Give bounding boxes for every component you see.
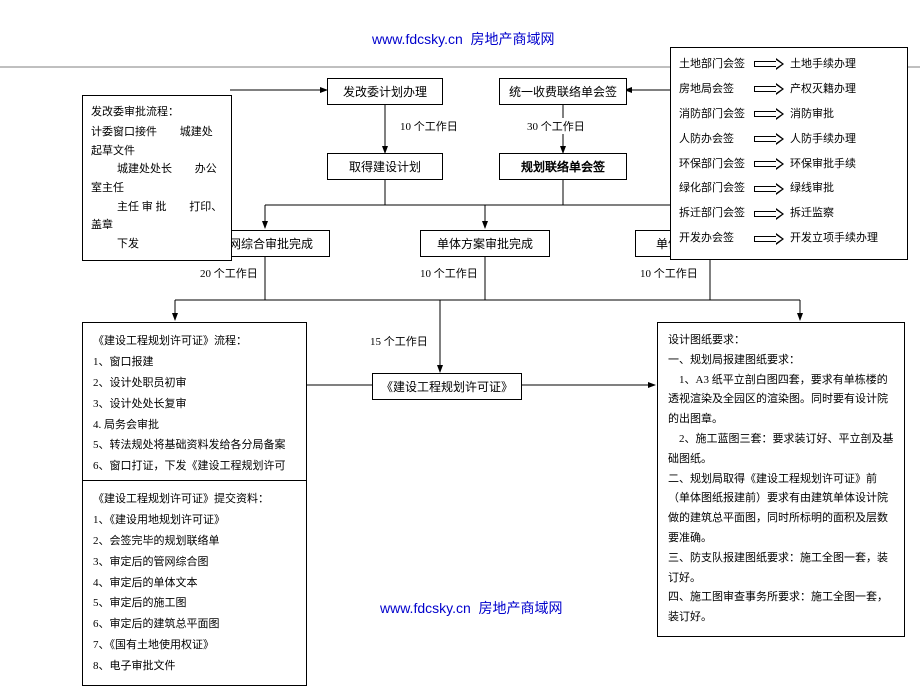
node-fgw-plan: 发改委计划办理 — [327, 78, 443, 105]
sign-row: 环保部门会签环保审批手续 — [679, 154, 899, 175]
edge-label-10d-1: 10 个工作日 — [398, 118, 460, 134]
panel-permit-docs: 《建设工程规划许可证》提交资料： 1、《建设用地规划许可证》 2、会签完毕的规划… — [82, 480, 307, 686]
hollow-arrow-icon — [754, 134, 784, 144]
panel-sign-departments: 土地部门会签土地手续办理房地局会签产权灭籍办理消防部门会签消防审批人防办会签人防… — [670, 47, 908, 260]
panel-fgw-title: 发改委审批流程： — [91, 102, 223, 123]
edge-label-10d-2: 10 个工作日 — [418, 265, 480, 281]
panel-fgw-flow: 发改委审批流程： 计委窗口接件 城建处起草文件 城建处处长 办公室主任 主任 审… — [82, 95, 232, 261]
edge-label-30d: 30 个工作日 — [525, 118, 587, 134]
sign-row: 拆迁部门会签拆迁监察 — [679, 203, 899, 224]
node-get-plan: 取得建设计划 — [327, 153, 443, 180]
docs-title: 《建设工程规划许可证》提交资料： — [93, 489, 296, 510]
node-single-plan: 单体方案审批完成 — [420, 230, 550, 257]
hollow-arrow-icon — [754, 84, 784, 94]
sign-row: 开发办会签开发立项手续办理 — [679, 228, 899, 249]
node-unified-fee: 统一收费联络单会签 — [499, 78, 627, 105]
footer-url: www.fdcsky.cn 房地产商域网 — [380, 598, 563, 618]
node-plan-sign: 规划联络单会签 — [499, 153, 627, 180]
panel-design-req: 设计图纸要求： 一、规划局报建图纸要求： 1、A3 纸平立剖白图四套，要求有单栋… — [657, 322, 905, 637]
hollow-arrow-icon — [754, 184, 784, 194]
edge-label-20d: 20 个工作日 — [198, 265, 260, 281]
sign-row: 绿化部门会签绿线审批 — [679, 178, 899, 199]
hollow-arrow-icon — [754, 159, 784, 169]
edge-label-15d: 15 个工作日 — [368, 333, 430, 349]
sign-row: 土地部门会签土地手续办理 — [679, 54, 899, 75]
header-url: www.fdcsky.cn 房地产商域网 — [372, 29, 555, 49]
proc-title: 《建设工程规划许可证》流程： — [93, 331, 296, 352]
hollow-arrow-icon — [754, 109, 784, 119]
hollow-arrow-icon — [754, 59, 784, 69]
panel-permit-process: 《建设工程规划许可证》流程： 1、窗口报建 2、设计处职员初审 3、设计处处长复… — [82, 322, 307, 486]
sign-row: 人防办会签人防手续办理 — [679, 129, 899, 150]
node-permit: 《建设工程规划许可证》 — [372, 373, 522, 400]
hollow-arrow-icon — [754, 234, 784, 244]
sign-row: 消防部门会签消防审批 — [679, 104, 899, 125]
hollow-arrow-icon — [754, 209, 784, 219]
sign-row: 房地局会签产权灭籍办理 — [679, 79, 899, 100]
edge-label-10d-3: 10 个工作日 — [638, 265, 700, 281]
